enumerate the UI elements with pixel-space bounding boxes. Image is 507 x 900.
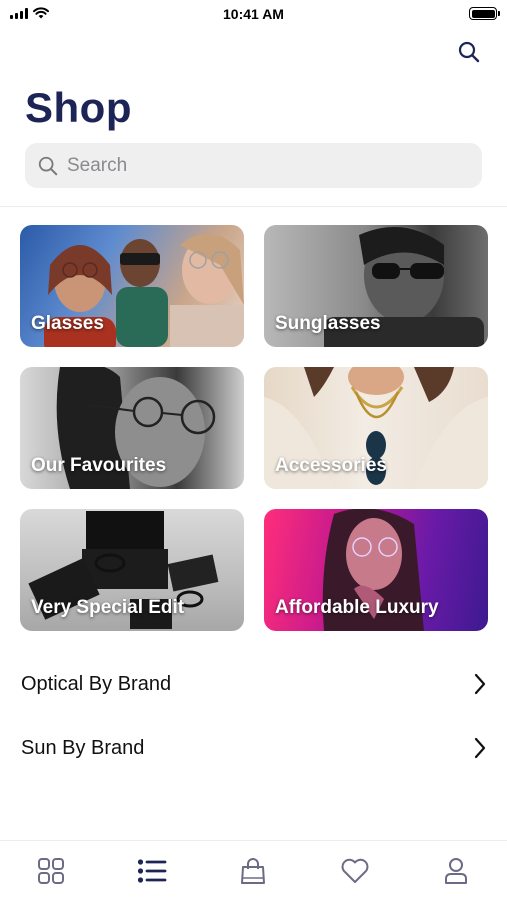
page-title: Shop bbox=[25, 84, 132, 131]
category-tile-affordable-luxury[interactable]: Affordable Luxury bbox=[264, 509, 488, 631]
shopping-bag-icon bbox=[241, 857, 266, 884]
category-tile-glasses[interactable]: Glasses bbox=[20, 225, 244, 347]
category-tile-very-special-edit[interactable]: Very Special Edit bbox=[20, 509, 244, 631]
tab-home[interactable] bbox=[21, 846, 81, 896]
category-grid: Glasses Sunglasses Our Favourites Access… bbox=[20, 225, 488, 631]
row-label: Sun By Brand bbox=[21, 736, 145, 759]
status-time: 10:41 AM bbox=[223, 6, 284, 22]
category-label: Affordable Luxury bbox=[275, 597, 439, 618]
divider bbox=[0, 206, 507, 207]
category-label: Very Special Edit bbox=[31, 597, 185, 618]
status-bar: 10:41 AM bbox=[0, 0, 507, 30]
battery-icon bbox=[469, 7, 500, 20]
header-search-button[interactable] bbox=[455, 38, 483, 66]
search-icon bbox=[458, 41, 480, 63]
chevron-right-icon bbox=[474, 737, 486, 759]
category-tile-sunglasses[interactable]: Sunglasses bbox=[264, 225, 488, 347]
optical-by-brand-row[interactable]: Optical By Brand bbox=[0, 656, 507, 712]
tab-bar bbox=[0, 840, 507, 900]
tab-favourites[interactable] bbox=[325, 846, 385, 896]
search-bar[interactable] bbox=[25, 143, 482, 188]
category-label: Accessories bbox=[275, 455, 387, 476]
search-icon bbox=[38, 156, 58, 175]
grid-icon bbox=[37, 857, 64, 884]
category-label: Sunglasses bbox=[275, 313, 381, 334]
category-label: Glasses bbox=[31, 313, 104, 334]
search-input[interactable] bbox=[67, 154, 467, 177]
category-tile-accessories[interactable]: Accessories bbox=[264, 367, 488, 489]
tab-profile[interactable] bbox=[426, 846, 486, 896]
tab-shop[interactable] bbox=[122, 846, 182, 896]
category-label: Our Favourites bbox=[31, 455, 167, 476]
list-icon bbox=[137, 858, 167, 883]
heart-icon bbox=[341, 858, 369, 883]
tab-bag[interactable] bbox=[223, 846, 283, 896]
chevron-right-icon bbox=[474, 673, 486, 695]
sun-by-brand-row[interactable]: Sun By Brand bbox=[0, 720, 507, 776]
profile-icon bbox=[445, 857, 468, 884]
row-label: Optical By Brand bbox=[21, 672, 172, 695]
category-tile-our-favourites[interactable]: Our Favourites bbox=[20, 367, 244, 489]
